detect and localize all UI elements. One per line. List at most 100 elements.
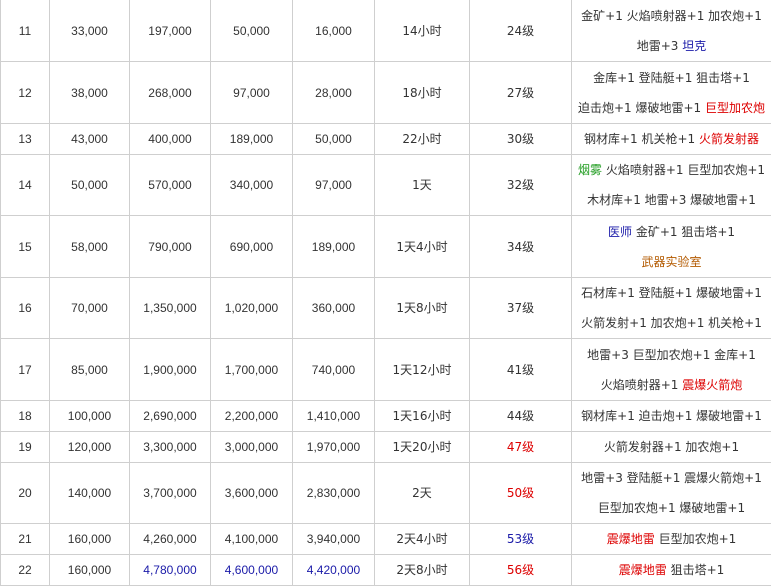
unlocks-cell: 地雷+3 巨型加农炮+1 金库+1 火焰喷射器+1 震爆火箭炮 [571,338,771,401]
unlock-line: 火焰喷射器+1 震爆火箭炮 [574,370,769,400]
new-building-label: 震爆火箭炮 [682,377,743,392]
cost-3-cell: 2,200,000 [210,400,293,432]
table-row: 12 38,000 268,000 97,000 28,000 18小时 27级 金库+1 登… [0,61,771,124]
table-row: 21 160,000 4,260,000 4,100,000 3,940,000 2天4小… [0,523,771,555]
table-row: 13 43,000 400,000 189,000 50,000 22小时 30级 钢材库+1… [0,123,771,155]
hq-level-cell: 24级 [469,0,572,62]
cost-1-cell: 85,000 [49,338,130,401]
unlock-text: 狙击塔+1 [666,563,725,577]
hq-level-cell: 30级 [469,123,572,155]
unlock-text: 火焰喷射器+1 巨型加农炮+1 [602,163,766,177]
cost-1-cell: 140,000 [49,462,130,524]
unlocks-cell: 钢材库+1 迫击炮+1 爆破地雷+1 [571,400,771,432]
build-time-cell: 1天 [374,154,470,216]
unlocks-cell: 烟雾 火焰喷射器+1 巨型加农炮+1 木材库+1 地雷+3 爆破地雷+1 [571,154,771,216]
hq-level-cell: 34级 [469,215,572,278]
hq-level-cell: 27级 [469,61,572,124]
cost-2-cell: 197,000 [129,0,211,62]
hq-level-cell: 56级 [469,554,572,586]
level-cell: 19 [0,431,50,463]
build-time-cell: 2天 [374,462,470,524]
cost-4-cell: 28,000 [292,61,375,124]
unlock-text: 木材库+1 地雷+3 爆破地雷+1 [587,193,756,207]
unlock-line: 武器实验室 [574,247,769,277]
unlock-text: 巨型加农炮+1 [654,532,737,546]
cost-3-cell: 1,700,000 [210,338,293,401]
unlock-line: 震爆地雷 狙击塔+1 [574,556,769,585]
unlock-text: 石材库+1 登陆艇+1 爆破地雷+1 [581,286,762,300]
build-time-cell: 14小时 [374,0,470,62]
cost-1-cell: 58,000 [49,215,130,278]
unlock-line: 地雷+3 坦克 [574,31,769,61]
unlock-line: 钢材库+1 迫击炮+1 爆破地雷+1 [574,402,769,431]
build-time-cell: 18小时 [374,61,470,124]
cost-1-cell: 100,000 [49,400,130,432]
table-row: 16 70,000 1,350,000 1,020,000 360,000 1天8小时 37… [0,277,771,339]
unlocks-cell: 火箭发射器+1 加农炮+1 [571,431,771,463]
unlock-text: 地雷+3 巨型加农炮+1 金库+1 [587,347,756,362]
new-building-label: 烟雾 [577,163,602,177]
cost-3-cell: 1,020,000 [210,277,293,339]
new-building-label: 坦克 [682,38,707,53]
cost-3-cell: 50,000 [210,0,293,62]
new-building-label: 武器实验室 [641,254,702,269]
unlock-text: 金库+1 登陆艇+1 狙击塔+1 [593,70,750,85]
unlock-line: 钢材库+1 机关枪+1 火箭发射器 [574,125,769,154]
unlocks-cell: 金矿+1 火焰喷射器+1 加农炮+1 地雷+3 坦克 [571,0,771,62]
unlock-text: 金矿+1 火焰喷射器+1 加农炮+1 [581,8,762,23]
hq-level-cell: 44级 [469,400,572,432]
unlock-line: 金库+1 登陆艇+1 狙击塔+1 [574,63,769,93]
unlock-line: 地雷+3 登陆艇+1 震爆火箭炮+1 [574,464,769,494]
unlock-line: 火箭发射+1 加农炮+1 机关枪+1 [574,308,769,338]
cost-2-cell: 4,780,000 [129,554,211,586]
hq-level-cell: 50级 [469,462,572,524]
cost-2-cell: 570,000 [129,154,211,216]
unlock-text: 火箭发射+1 加农炮+1 机关枪+1 [581,316,762,330]
cost-2-cell: 790,000 [129,215,211,278]
cost-1-cell: 43,000 [49,123,130,155]
unlock-line: 震爆地雷 巨型加农炮+1 [574,525,769,554]
cost-4-cell: 189,000 [292,215,375,278]
unlocks-cell: 震爆地雷 巨型加农炮+1 [571,523,771,555]
cost-4-cell: 4,420,000 [292,554,375,586]
build-time-cell: 2天8小时 [374,554,470,586]
cost-3-cell: 4,600,000 [210,554,293,586]
unlocks-cell: 医师 金矿+1 狙击塔+1 武器实验室 [571,215,771,278]
unlocks-cell: 石材库+1 登陆艇+1 爆破地雷+1 火箭发射+1 加农炮+1 机关枪+1 [571,277,771,339]
build-time-cell: 1天12小时 [374,338,470,401]
cost-2-cell: 4,260,000 [129,523,211,555]
level-cell: 13 [0,123,50,155]
unlock-line: 医师 金矿+1 狙击塔+1 [574,217,769,247]
cost-4-cell: 97,000 [292,154,375,216]
unlock-line: 石材库+1 登陆艇+1 爆破地雷+1 [574,279,769,309]
new-building-label: 震爆地雷 [606,532,655,546]
cost-3-cell: 97,000 [210,61,293,124]
unlocks-cell: 金库+1 登陆艇+1 狙击塔+1 迫击炮+1 爆破地雷+1 巨型加农炮 [571,61,771,124]
unlock-text: 火焰喷射器+1 [600,377,683,392]
level-cell: 20 [0,462,50,524]
unlock-text: 金矿+1 狙击塔+1 [632,224,736,239]
unlock-line: 金矿+1 火焰喷射器+1 加农炮+1 [574,1,769,31]
cost-1-cell: 160,000 [49,554,130,586]
unlocks-cell: 地雷+3 登陆艇+1 震爆火箭炮+1 巨型加农炮+1 爆破地雷+1 [571,462,771,524]
cost-4-cell: 740,000 [292,338,375,401]
unlock-text: 钢材库+1 迫击炮+1 爆破地雷+1 [581,409,762,423]
hq-level-cell: 47级 [469,431,572,463]
hq-level-cell: 37级 [469,277,572,339]
unlock-line: 地雷+3 巨型加农炮+1 金库+1 [574,340,769,370]
cost-2-cell: 1,350,000 [129,277,211,339]
cost-2-cell: 3,700,000 [129,462,211,524]
new-building-label: 医师 [607,224,632,239]
level-cell: 11 [0,0,50,62]
cost-3-cell: 340,000 [210,154,293,216]
table-row: 14 50,000 570,000 340,000 97,000 1天 32级 烟雾 火焰喷射… [0,154,771,216]
cost-3-cell: 690,000 [210,215,293,278]
level-cell: 17 [0,338,50,401]
cost-3-cell: 189,000 [210,123,293,155]
level-cell: 12 [0,61,50,124]
hq-level-cell: 41级 [469,338,572,401]
hq-level-cell: 53级 [469,523,572,555]
table-row: 17 85,000 1,900,000 1,700,000 740,000 1天12小时 4… [0,338,771,401]
cost-3-cell: 4,100,000 [210,523,293,555]
build-time-cell: 2天4小时 [374,523,470,555]
